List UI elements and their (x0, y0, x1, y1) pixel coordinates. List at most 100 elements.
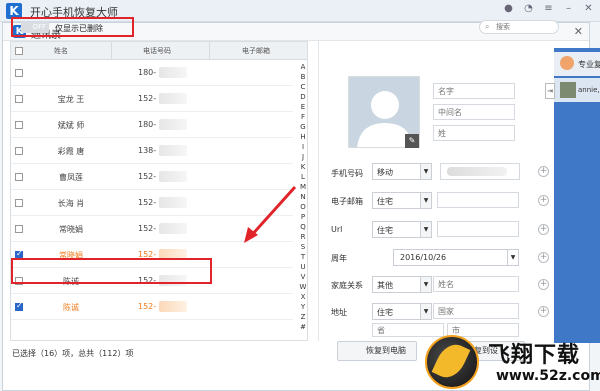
column-header-name[interactable]: 姓名 (54, 46, 68, 56)
alphabet-letter[interactable]: # (298, 322, 307, 332)
email-type-select[interactable]: 住宅 ▼ (372, 192, 432, 209)
add-relation-icon[interactable]: + (538, 279, 549, 290)
alphabet-letter[interactable]: L (298, 172, 307, 182)
table-row[interactable]: 斌斌 师 180- (11, 112, 293, 138)
alphabet-letter[interactable]: Y (298, 302, 307, 312)
contact-name: 斌斌 师 (57, 121, 85, 130)
contact-phone: 152- (138, 172, 157, 181)
first-name-field[interactable] (433, 83, 515, 99)
alphabet-letter[interactable]: T (298, 252, 307, 262)
relation-type-select[interactable]: 其他 ▼ (372, 276, 432, 293)
deleted-only-label: 仅显示已删除 (55, 24, 103, 33)
chevron-down-icon: ▼ (507, 250, 518, 265)
alphabet-letter[interactable]: H (298, 132, 307, 142)
contact-name: 宝龙 王 (57, 95, 85, 104)
phone-number-field[interactable] (440, 163, 520, 180)
url-type-select[interactable]: 住宅 ▼ (372, 221, 432, 238)
alphabet-letter[interactable]: K (298, 162, 307, 172)
table-row[interactable]: 宝龙 王 152- (11, 86, 293, 112)
alphabet-letter[interactable]: A (298, 62, 307, 72)
alphabet-letter[interactable]: C (298, 82, 307, 92)
app-window: K 开心手机恢复大师 ● ◔ ≡ – ✕ K 通讯录 ✕ OFF 仅显示已删除 … (0, 0, 600, 391)
blurred-phone (159, 171, 187, 182)
row-checkbox[interactable] (15, 95, 23, 103)
side-panel-title: 专业复 (578, 60, 600, 69)
url-field[interactable] (437, 221, 519, 237)
alphabet-letter[interactable]: B (298, 72, 307, 82)
search-input[interactable] (496, 22, 556, 32)
middle-name-field[interactable] (433, 104, 515, 120)
alphabet-letter[interactable]: I (298, 142, 307, 152)
alphabet-letter[interactable]: U (298, 262, 307, 272)
add-url-icon[interactable]: + (538, 224, 549, 235)
minimize-icon[interactable]: – (563, 3, 574, 14)
column-header-email[interactable]: 电子邮箱 (242, 46, 270, 56)
column-header-phone[interactable]: 电话号码 (143, 46, 171, 56)
relation-name-field[interactable] (433, 276, 519, 292)
alphabet-letter[interactable]: J (298, 152, 307, 162)
row-checkbox[interactable] (15, 173, 23, 181)
alphabet-letter[interactable]: X (298, 292, 307, 302)
wechat-icon[interactable]: ● (503, 3, 514, 14)
contact-name: 常晓娟 (59, 225, 83, 234)
alphabet-letter[interactable]: W (298, 282, 307, 292)
chevron-down-icon: ▼ (420, 304, 431, 319)
deleted-only-toggle[interactable]: OFF (21, 22, 49, 33)
menu-icon[interactable]: ≡ (543, 3, 554, 14)
table-row[interactable]: 180- (11, 60, 293, 86)
side-user-name: annie, (578, 86, 600, 94)
contact-name: 彩霞 唐 (57, 147, 85, 156)
province-field[interactable] (372, 323, 444, 337)
surname-field[interactable] (433, 125, 515, 141)
url-label: Url (331, 225, 343, 234)
side-panel-toggle-icon[interactable]: ⇥ (545, 83, 555, 99)
close-icon[interactable]: ✕ (583, 3, 594, 14)
add-address-icon[interactable]: + (538, 306, 549, 317)
chevron-down-icon: ▼ (420, 277, 431, 292)
email-label: 电子邮箱 (331, 197, 363, 206)
red-arrow-icon (244, 185, 297, 243)
row-checkbox[interactable] (15, 199, 23, 207)
row-checkbox[interactable] (15, 301, 23, 311)
phone-type-value: 移动 (377, 168, 393, 177)
alphabet-letter[interactable]: D (298, 92, 307, 102)
watermark-brand: 飞翔下载 (488, 343, 581, 368)
row-checkbox[interactable] (15, 69, 23, 77)
add-email-icon[interactable]: + (538, 195, 549, 206)
column-divider (209, 42, 210, 60)
phone-type-select[interactable]: 移动 ▼ (372, 163, 432, 180)
address-type-select[interactable]: 住宅 ▼ (372, 303, 432, 320)
alphabet-letter[interactable]: G (298, 122, 307, 132)
relation-label: 家庭关系 (331, 281, 363, 290)
table-row[interactable]: 彩霞 唐 138- (11, 138, 293, 164)
alphabet-letter[interactable]: F (298, 112, 307, 122)
country-field[interactable] (433, 303, 519, 319)
anniversary-date-picker[interactable]: 2016/10/26 ▼ (393, 249, 519, 266)
select-all-checkbox[interactable] (15, 47, 23, 55)
edit-avatar-icon[interactable]: ✎ (405, 134, 419, 148)
alphabet-letter[interactable]: Z (298, 312, 307, 322)
watermark-url: www.52z.com (496, 368, 600, 384)
phone-label: 手机号码 (331, 169, 363, 178)
row-checkbox[interactable] (15, 147, 23, 155)
chat-icon[interactable]: ◔ (523, 3, 534, 14)
restore-to-pc-button[interactable]: 恢复到电脑 (337, 341, 417, 361)
email-type-value: 住宅 (377, 197, 393, 206)
alphabet-letter[interactable]: E (298, 102, 307, 112)
url-type-value: 住宅 (377, 226, 393, 235)
window-controls: ● ◔ ≡ – ✕ (503, 3, 594, 14)
alphabet-letter[interactable]: V (298, 272, 307, 282)
relation-type-value: 其他 (377, 281, 393, 290)
add-anniversary-icon[interactable]: + (538, 252, 549, 263)
add-phone-icon[interactable]: + (538, 166, 549, 177)
blurred-value (447, 167, 507, 176)
row-checkbox[interactable] (15, 121, 23, 129)
row-highlight-box (11, 258, 212, 284)
dialog-close-icon[interactable]: ✕ (574, 25, 583, 38)
email-field[interactable] (437, 192, 519, 208)
contact-phone: 180- (138, 120, 157, 129)
address-type-value: 住宅 (377, 308, 393, 317)
table-row[interactable]: 陈诚 152- (11, 294, 293, 320)
row-checkbox[interactable] (15, 225, 23, 233)
contact-phone: 152- (138, 94, 157, 103)
